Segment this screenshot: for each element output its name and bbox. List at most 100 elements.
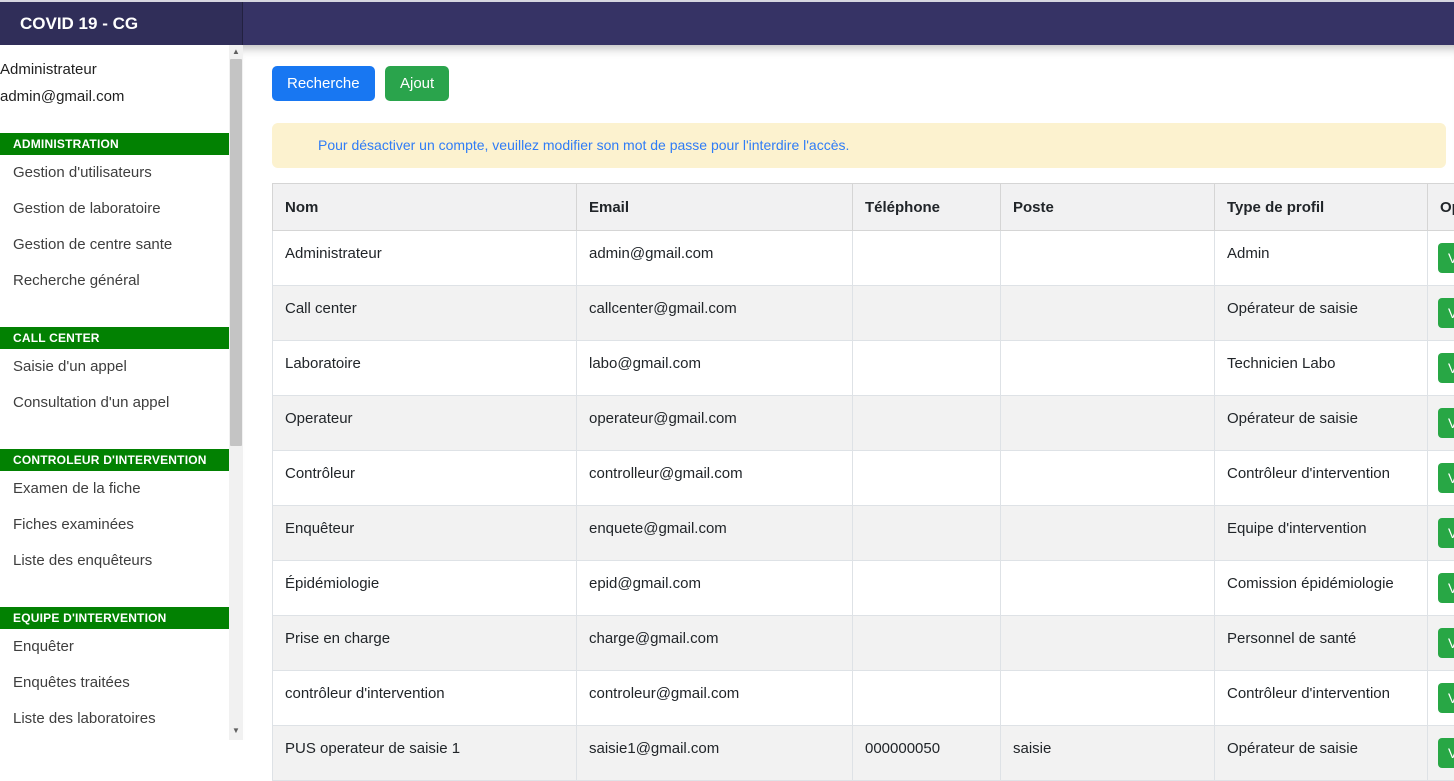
sidebar-section-header: EQUIPE D'INTERVENTION xyxy=(0,607,229,629)
column-header: Options xyxy=(1428,184,1454,231)
sidebar-scrollbar[interactable]: ▲ ▼ xyxy=(229,45,243,740)
view-button[interactable]: Voir xyxy=(1438,408,1454,438)
cell-nom: Laboratoire xyxy=(273,341,577,396)
cell-nom: Contrôleur xyxy=(273,451,577,506)
cell-options: VoirModifier xyxy=(1428,286,1454,341)
table-row: Administrateuradmin@gmail.com AdminVoirMo… xyxy=(273,231,1454,286)
cell-options: VoirModifier xyxy=(1428,561,1454,616)
cell-poste xyxy=(1001,231,1215,286)
cell-email: callcenter@gmail.com xyxy=(577,286,853,341)
sidebar-section-header: ADMINISTRATION xyxy=(0,133,229,155)
cell-poste xyxy=(1001,396,1215,451)
cell-poste xyxy=(1001,286,1215,341)
cell-options: VoirModifier xyxy=(1428,341,1454,396)
table-row: Prise en chargecharge@gmail.comPersonnel… xyxy=(273,616,1454,671)
view-button[interactable]: Voir xyxy=(1438,573,1454,603)
cell-nom: Operateur xyxy=(273,396,577,451)
toolbar: Recherche Ajout xyxy=(243,45,1454,101)
column-header: Nom xyxy=(273,184,577,231)
cell-profil: Personnel de santé xyxy=(1215,616,1428,671)
cell-profil: Opérateur de saisie xyxy=(1215,396,1428,451)
view-button[interactable]: Voir xyxy=(1438,463,1454,493)
sidebar-item[interactable]: Gestion de laboratoire xyxy=(0,191,229,227)
view-button[interactable]: Voir xyxy=(1438,683,1454,713)
table-row: Épidémiologieepid@gmail.comComission épi… xyxy=(273,561,1454,616)
main-content: Recherche Ajout Pour désactiver un compt… xyxy=(243,45,1454,740)
sidebar-section-header: CALL CENTER xyxy=(0,327,229,349)
app-header: COVID 19 - CG xyxy=(0,2,1454,45)
cell-profil: Technicien Labo xyxy=(1215,341,1428,396)
scroll-down-icon[interactable]: ▼ xyxy=(229,724,243,738)
cell-telephone xyxy=(853,616,1001,671)
cell-email: enquete@gmail.com xyxy=(577,506,853,561)
cell-options: VoirModifier xyxy=(1428,396,1454,451)
users-table-body: Administrateuradmin@gmail.comAdminVoirMo… xyxy=(273,231,1454,781)
window-top-edge xyxy=(0,0,1454,2)
table-row: Operateuroperateur@gmail.comOpérateur de… xyxy=(273,396,1454,451)
sidebar-item[interactable]: Liste des enquêteurs xyxy=(0,543,229,579)
column-header: Téléphone xyxy=(853,184,1001,231)
sidebar-item[interactable]: Saisie d'un appel xyxy=(0,349,229,385)
view-button[interactable]: Voir xyxy=(1438,738,1454,768)
sidebar-item[interactable]: Enquêtes traitées xyxy=(0,665,229,701)
table-row: PUS operateur de saisie 1saisie1@gmail.c… xyxy=(273,726,1454,781)
user-email: admin@gmail.com xyxy=(0,83,229,110)
cell-poste xyxy=(1001,341,1215,396)
sidebar-content: Administrateur admin@gmail.com ADMINISTR… xyxy=(0,45,229,740)
cell-poste xyxy=(1001,671,1215,726)
cell-telephone xyxy=(853,451,1001,506)
cell-telephone: 000000050 xyxy=(853,726,1001,781)
cell-profil: Admin xyxy=(1215,231,1428,286)
cell-poste: saisie xyxy=(1001,726,1215,781)
column-header: Type de profil xyxy=(1215,184,1428,231)
search-button[interactable]: Recherche xyxy=(272,66,375,101)
cell-email: saisie1@gmail.com xyxy=(577,726,853,781)
table-row: Enquêteurenquete@gmail.comEquipe d'inter… xyxy=(273,506,1454,561)
users-table: NomEmailTéléphonePosteType de profilOpti… xyxy=(272,183,1454,781)
view-button[interactable]: Voir xyxy=(1438,353,1454,383)
view-button[interactable]: Voir xyxy=(1438,518,1454,548)
user-name: Administrateur xyxy=(0,56,229,83)
cell-poste xyxy=(1001,451,1215,506)
view-button[interactable]: Voir xyxy=(1438,243,1454,273)
table-row: Laboratoirelabo@gmail.com Technicien Labo… xyxy=(273,341,1454,396)
add-button[interactable]: Ajout xyxy=(385,66,449,101)
cell-options: VoirModifier xyxy=(1428,231,1454,286)
info-alert: Pour désactiver un compte, veuillez modi… xyxy=(272,123,1446,168)
alert-message: Pour désactiver un compte, veuillez modi… xyxy=(318,137,849,153)
sidebar-item[interactable]: Gestion de centre sante xyxy=(0,227,229,263)
sidebar-sections: ADMINISTRATIONGestion d'utilisateursGest… xyxy=(0,133,229,737)
sidebar-item[interactable]: Examen de la fiche xyxy=(0,471,229,507)
sidebar-item[interactable]: Recherche général xyxy=(0,263,229,299)
cell-nom: Enquêteur xyxy=(273,506,577,561)
scroll-up-icon[interactable]: ▲ xyxy=(229,45,243,59)
sidebar-item[interactable]: Fiches examinées xyxy=(0,507,229,543)
cell-poste xyxy=(1001,616,1215,671)
table-row: Call centercallcenter@gmail.comOpérateur… xyxy=(273,286,1454,341)
cell-profil: Comission épidémiologie xyxy=(1215,561,1428,616)
sidebar-item[interactable]: Gestion d'utilisateurs xyxy=(0,155,229,191)
cell-telephone xyxy=(853,231,1001,286)
cell-options: VoirModifier xyxy=(1428,451,1454,506)
table-row: Contrôleurcontrolleur@gmail.comContrôleu… xyxy=(273,451,1454,506)
cell-telephone xyxy=(853,396,1001,451)
sidebar-item[interactable]: Enquêter xyxy=(0,629,229,665)
cell-telephone xyxy=(853,671,1001,726)
sidebar-item[interactable]: Liste des laboratoires xyxy=(0,701,229,737)
cell-email: controleur@gmail.com xyxy=(577,671,853,726)
scrollbar-thumb[interactable] xyxy=(230,59,242,446)
view-button[interactable]: Voir xyxy=(1438,628,1454,658)
cell-poste xyxy=(1001,506,1215,561)
sidebar-item[interactable]: Consultation d'un appel xyxy=(0,385,229,421)
cell-email: labo@gmail.com xyxy=(577,341,853,396)
cell-nom: Call center xyxy=(273,286,577,341)
cell-profil: Contrôleur d'intervention xyxy=(1215,451,1428,506)
cell-profil: Contrôleur d'intervention xyxy=(1215,671,1428,726)
sidebar-section-header: CONTROLEUR D'INTERVENTION xyxy=(0,449,229,471)
cell-email: admin@gmail.com xyxy=(577,231,853,286)
cell-email: charge@gmail.com xyxy=(577,616,853,671)
cell-nom: Administrateur xyxy=(273,231,577,286)
app-title: COVID 19 - CG xyxy=(0,2,243,45)
table-row: contrôleur d'interventioncontroleur@gmai… xyxy=(273,671,1454,726)
view-button[interactable]: Voir xyxy=(1438,298,1454,328)
